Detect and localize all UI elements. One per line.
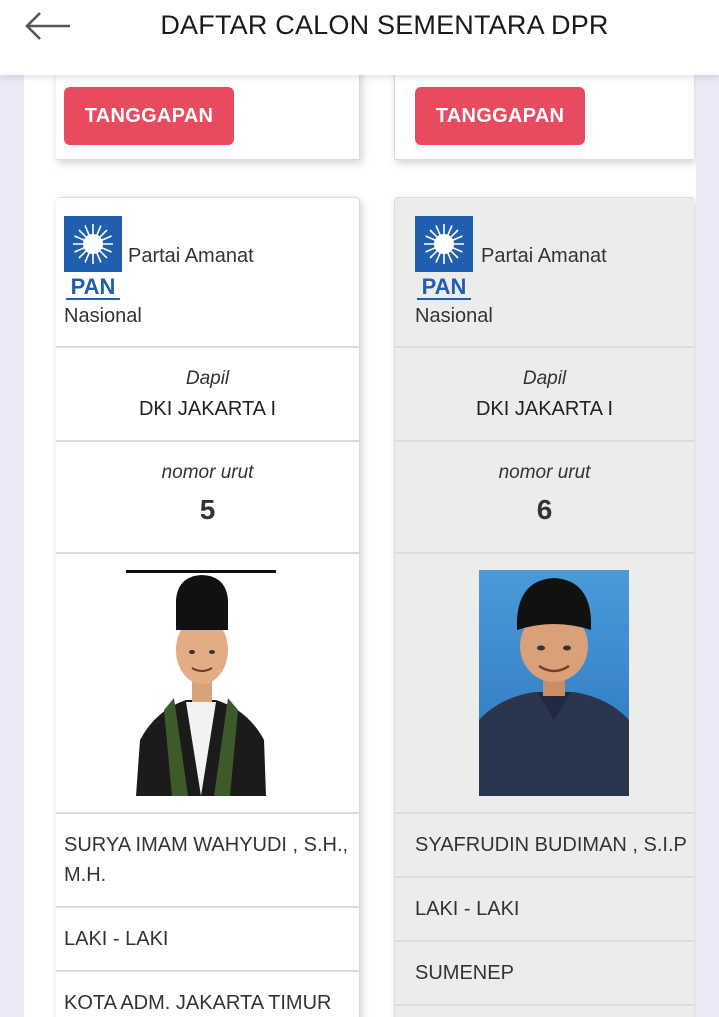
candidate-photo (479, 570, 629, 796)
city-row: SUMENEP (395, 942, 694, 1006)
candidate-name-row: SURYA IMAM WAHYUDI , S.H., M.H. (56, 814, 359, 908)
party-section: PAN Partai Amanat Nasional (56, 198, 359, 348)
nomor-urut-value: 5 (199, 494, 216, 525)
dapil-section: Dapil DKI JAKARTA I (395, 348, 694, 442)
page-title: DAFTAR CALON SEMENTARA DPR (160, 10, 609, 40)
photo-section (56, 554, 359, 814)
candidate-name: SYAFRUDIN BUDIMAN , S.I.P (415, 834, 687, 856)
candidate-name-row: SYAFRUDIN BUDIMAN , S.I.P (395, 814, 694, 878)
party-section: PAN Partai Amanat Nasional (395, 198, 694, 348)
candidate-photo (126, 570, 276, 796)
candidate-city: SUMENEP (415, 962, 514, 984)
tanggapan-button[interactable]: TANGGAPAN (415, 87, 585, 145)
dapil-label: Dapil (185, 368, 230, 389)
party-name: Partai Amanat (481, 245, 607, 267)
dapil-value: DKI JAKARTA I (475, 398, 614, 420)
photo-section (395, 554, 694, 814)
candidate-name: SURYA IMAM WAHYUDI , S.H., M.H. (64, 834, 349, 886)
svg-text:PAN: PAN (71, 274, 116, 299)
gender-row: LAKI - LAKI (395, 878, 694, 942)
dapil-value: DKI JAKARTA I (138, 398, 277, 420)
nomor-urut-label: nomor urut (161, 462, 254, 483)
pan-party-logo: PAN (64, 216, 122, 300)
dapil-section: Dapil DKI JAKARTA I (56, 348, 359, 442)
candidate-gender: LAKI - LAKI (64, 928, 169, 950)
candidate-list[interactable]: TANGGAPAN TANGGAPAN PAN Partai Amanat Na… (24, 75, 696, 1017)
pan-party-logo: PAN (415, 216, 473, 300)
dapil-label: Dapil (522, 368, 567, 389)
top-app-bar: DAFTAR CALON SEMENTARA DPR (0, 0, 719, 75)
nomor-urut-value: 6 (536, 494, 553, 525)
nomor-urut-section: nomor urut 6 (395, 442, 694, 554)
party-name-cont: Nasional (64, 305, 142, 327)
gender-row: LAKI - LAKI (56, 908, 359, 972)
city-row: KOTA ADM. JAKARTA TIMUR (56, 972, 359, 1017)
candidate-card-prev-1: TANGGAPAN (56, 75, 360, 160)
party-name: Partai Amanat (128, 245, 254, 267)
candidate-card-prev-2: TANGGAPAN (394, 75, 694, 160)
svg-text:PAN: PAN (422, 274, 467, 299)
candidate-card: PAN Partai Amanat Nasional Dapil DKI JAK… (56, 197, 360, 1017)
tanggapan-button[interactable]: TANGGAPAN (64, 87, 234, 145)
nomor-urut-label: nomor urut (498, 462, 591, 483)
party-name-cont: Nasional (415, 305, 493, 327)
nomor-urut-section: nomor urut 5 (56, 442, 359, 554)
candidate-city: KOTA ADM. JAKARTA TIMUR (64, 992, 332, 1014)
candidate-card: PAN Partai Amanat Nasional Dapil DKI JAK… (394, 197, 694, 1017)
candidate-gender: LAKI - LAKI (415, 898, 520, 920)
